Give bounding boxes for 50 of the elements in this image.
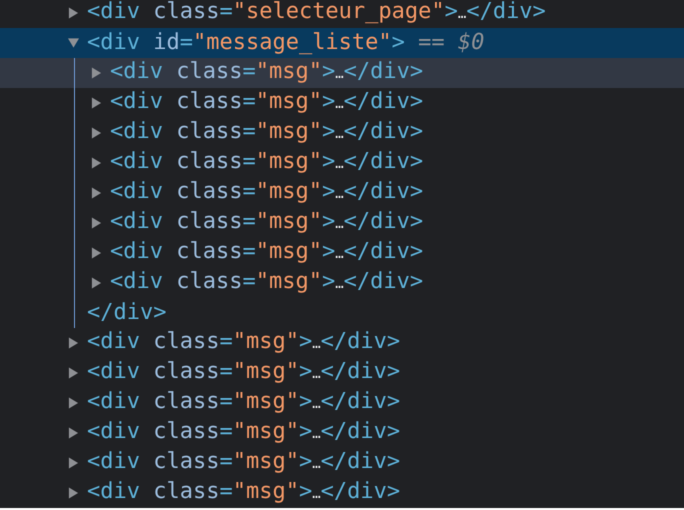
expanded-triangle-icon[interactable] [68, 38, 80, 48]
collapsed-triangle-icon[interactable] [68, 337, 79, 349]
tree-row[interactable]: <div class="msg">…</div> [0, 58, 684, 88]
code-line: </div> [87, 299, 166, 327]
collapsed-triangle-icon[interactable] [68, 427, 79, 439]
collapsed-triangle-icon[interactable] [91, 277, 102, 289]
collapsed-triangle-icon[interactable] [91, 157, 102, 169]
collapsed-triangle-icon[interactable] [91, 67, 102, 79]
code-line: <div class="msg">…</div> [110, 88, 424, 116]
collapsed-triangle-icon[interactable] [91, 247, 102, 259]
code-line: <div class="msg">…</div> [87, 418, 400, 446]
collapsed-triangle-icon[interactable] [68, 457, 79, 469]
code-line: <div class="msg">…</div> [110, 268, 424, 296]
tree-row[interactable]: <div class="msg">…</div> [0, 448, 684, 478]
tree-row[interactable]: <div class="msg">…</div> [0, 178, 684, 208]
code-line: <div class="msg">…</div> [87, 388, 400, 416]
tree-row[interactable]: <div class="selecteur_page">…</div> [0, 0, 684, 28]
collapsed-triangle-icon[interactable] [91, 217, 102, 229]
code-line: <div class="selecteur_page">…</div> [87, 0, 546, 26]
tree-row[interactable]: <div class="msg">…</div> [0, 478, 684, 508]
collapsed-triangle-icon[interactable] [68, 7, 79, 19]
collapsed-triangle-icon[interactable] [68, 397, 79, 409]
code-line: <div class="msg">…</div> [110, 178, 424, 206]
tree-row[interactable]: <div id="message_liste"> == $0 [0, 28, 684, 58]
code-line: <div class="msg">…</div> [87, 328, 400, 356]
tree-row[interactable]: <div class="msg">…</div> [0, 208, 684, 238]
collapsed-triangle-icon[interactable] [91, 127, 102, 139]
code-line: <div class="msg">…</div> [87, 448, 400, 476]
code-line: <div class="msg">…</div> [110, 208, 424, 236]
code-line: <div class="msg">…</div> [110, 148, 424, 176]
code-line: <div class="msg">…</div> [87, 478, 400, 506]
tree-row[interactable]: <div class="msg">…</div> [0, 388, 684, 418]
tree-row[interactable]: <div class="msg">…</div> [0, 238, 684, 268]
code-line: <div class="msg">…</div> [110, 238, 424, 266]
tree-row[interactable]: <div class="msg">…</div> [0, 118, 684, 148]
tree-row[interactable]: <div class="msg">…</div> [0, 418, 684, 448]
collapsed-triangle-icon[interactable] [68, 487, 79, 499]
code-line: <div class="msg">…</div> [87, 358, 400, 386]
tree-row[interactable]: <div class="msg">…</div> [0, 358, 684, 388]
collapsed-triangle-icon[interactable] [91, 187, 102, 199]
code-line: <div class="msg">…</div> [110, 118, 424, 146]
code-line: <div id="message_liste"> == $0 [87, 29, 484, 57]
tree-row[interactable]: <div class="msg">…</div> [0, 268, 684, 298]
tree-row[interactable]: <div class="msg">…</div> [0, 328, 684, 358]
collapsed-triangle-icon[interactable] [91, 97, 102, 109]
tree-row[interactable]: <div class="msg">…</div> [0, 88, 684, 118]
tree-row[interactable]: </div> [0, 298, 684, 328]
collapsed-triangle-icon[interactable] [68, 367, 79, 379]
tree-row[interactable]: <div class="msg">…</div> [0, 148, 684, 178]
code-line: <div class="msg">…</div> [110, 58, 424, 86]
